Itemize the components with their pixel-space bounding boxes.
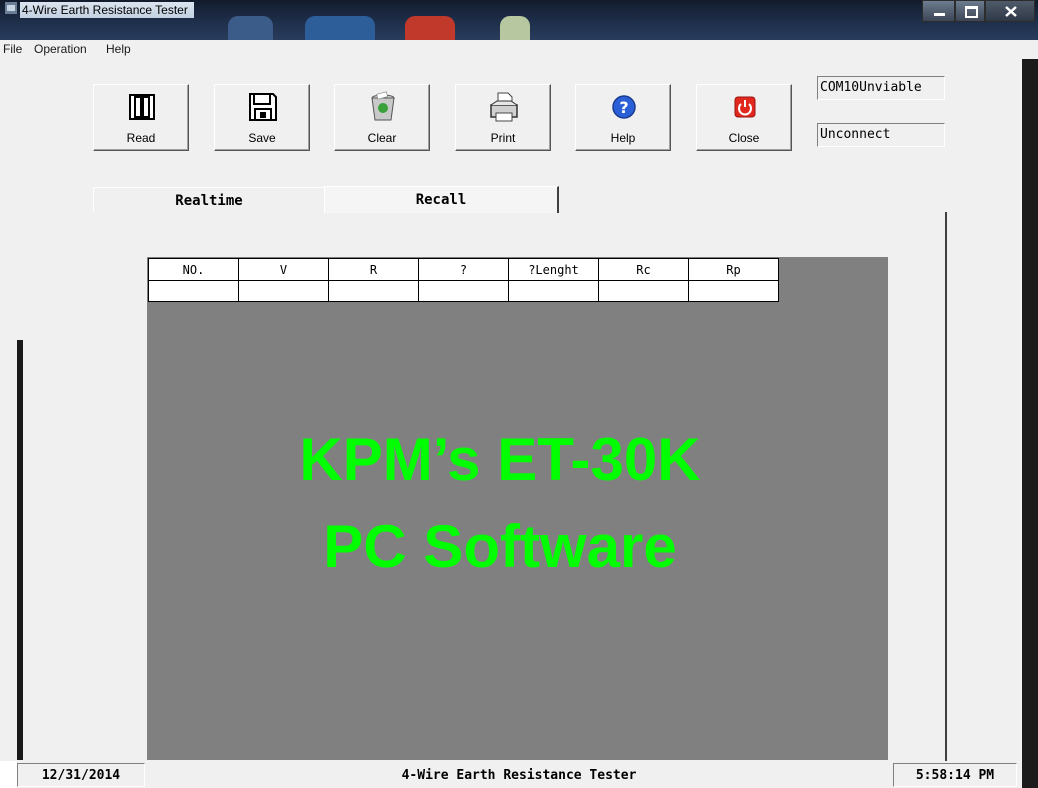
- column-header-rp[interactable]: Rp: [688, 258, 779, 281]
- window-title: 4-Wire Earth Resistance Tester: [20, 2, 194, 18]
- column-header-no[interactable]: NO.: [148, 258, 239, 281]
- table-cell[interactable]: [688, 280, 779, 302]
- close-button-label: Close: [728, 131, 760, 145]
- save-button[interactable]: Save: [214, 84, 310, 151]
- table-cell[interactable]: [148, 280, 239, 302]
- connection-status: Unconnect: [817, 123, 945, 147]
- status-date: 12/31/2014: [17, 763, 145, 787]
- printer-icon: [490, 92, 518, 122]
- table-cell[interactable]: [418, 280, 509, 302]
- help-button[interactable]: ? Help: [575, 84, 671, 151]
- floppy-disk-icon: [249, 93, 277, 121]
- close-window-button[interactable]: [985, 0, 1035, 22]
- taskbar-thumbnail: [305, 16, 375, 40]
- table-row[interactable]: [148, 280, 779, 302]
- minimize-button[interactable]: [922, 0, 955, 22]
- status-app-title: 4-Wire Earth Resistance Tester: [401, 768, 637, 783]
- clear-button-label: Clear: [367, 131, 397, 145]
- taskbar-thumbnail: [500, 16, 530, 40]
- maximize-icon: [965, 6, 978, 18]
- table-cell[interactable]: [598, 280, 689, 302]
- tab-recall[interactable]: Recall: [324, 186, 559, 213]
- minimize-icon: [934, 13, 945, 16]
- help-button-label: Help: [610, 131, 636, 145]
- maximize-button[interactable]: [955, 0, 985, 22]
- column-header-r[interactable]: R: [328, 258, 419, 281]
- app-icon: [5, 2, 17, 14]
- window-titlebar: 4-Wire Earth Resistance Tester: [0, 0, 1038, 40]
- table-cell[interactable]: [328, 280, 419, 302]
- status-bar: 12/31/2014 4-Wire Earth Resistance Teste…: [17, 761, 1022, 788]
- print-button[interactable]: Print: [455, 84, 551, 151]
- print-button-label: Print: [490, 131, 516, 145]
- svg-text:?: ?: [619, 98, 628, 117]
- menu-file[interactable]: File: [3, 42, 22, 56]
- taskbar-thumbnail: [228, 16, 273, 40]
- menu-operation[interactable]: Operation: [34, 42, 87, 56]
- status-time: 5:58:14 PM: [893, 763, 1017, 787]
- data-table: NO. V R ? ?Lenght Rc Rp: [148, 258, 779, 302]
- book-icon: [129, 94, 155, 120]
- window-left-border: [17, 340, 23, 760]
- column-header-rc[interactable]: Rc: [598, 258, 689, 281]
- data-grid[interactable]: NO. V R ? ?Lenght Rc Rp: [147, 257, 888, 760]
- column-header-v[interactable]: V: [238, 258, 329, 281]
- column-header-length[interactable]: ?Lenght: [508, 258, 599, 281]
- menu-help[interactable]: Help: [106, 42, 131, 56]
- menu-bar: File Operation Help: [0, 40, 1038, 59]
- table-header-row: NO. V R ? ?Lenght Rc Rp: [148, 258, 779, 281]
- read-button-label: Read: [126, 131, 156, 145]
- help-question-icon: ?: [612, 95, 636, 119]
- table-cell[interactable]: [238, 280, 329, 302]
- com-port-status: COM10Unviable: [817, 76, 945, 100]
- save-button-label: Save: [248, 131, 276, 145]
- overlay-title: KPM’s ET-30K: [299, 426, 701, 493]
- power-icon: [734, 96, 756, 118]
- taskbar-thumbnail: [405, 16, 455, 40]
- window-right-border: [1022, 59, 1038, 788]
- recycle-bin-icon: [371, 91, 395, 121]
- column-header-unknown[interactable]: ?: [418, 258, 509, 281]
- read-button[interactable]: Read: [93, 84, 189, 151]
- clear-button[interactable]: Clear: [334, 84, 430, 151]
- close-icon: [1005, 6, 1017, 17]
- close-button[interactable]: Close: [696, 84, 792, 151]
- tab-realtime[interactable]: Realtime: [93, 187, 324, 212]
- table-cell[interactable]: [508, 280, 599, 302]
- overlay-subtitle: PC Software: [323, 513, 677, 580]
